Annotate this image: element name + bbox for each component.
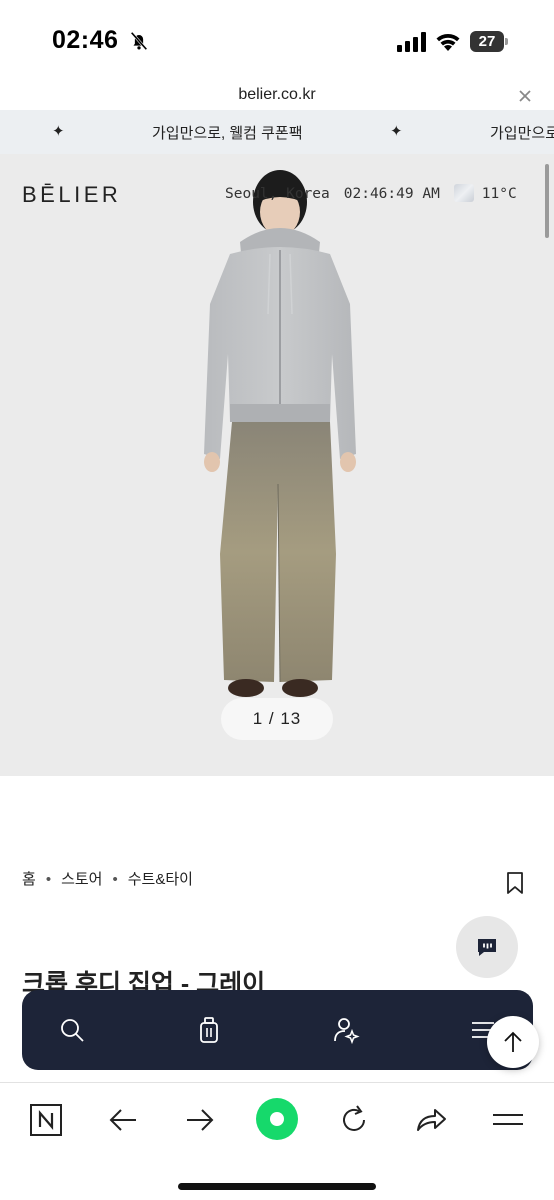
status-bar: 02:46 27 [0,0,554,80]
product-image-gallery[interactable]: BĒLIER Seoul, Korea 02:46:49 AM 11°C 1 / 1… [0,154,554,776]
home-indicator [178,1183,376,1190]
back-arrow-icon[interactable] [106,1103,140,1137]
city-label: Seoul, Korea [225,186,330,202]
naver-icon[interactable] [29,1103,63,1137]
bookmark-icon[interactable] [504,871,526,895]
image-counter: 1 / 13 [221,698,333,740]
clock-label: 02:46:49 AM [343,186,440,202]
breadcrumb-category[interactable]: 수트&타이 [128,871,193,888]
promo-banner[interactable]: ✦ 가입만으로, 웰컴 쿠폰팩 ✦ 가입만으로, 웰컴 쿠폰팩 [0,110,554,154]
menu-icon[interactable] [491,1103,525,1137]
green-home-button[interactable] [256,1098,298,1140]
close-icon[interactable] [515,86,535,106]
search-icon[interactable] [58,1016,86,1044]
location-time-weather: Seoul, Korea 02:46:49 AM 11°C [225,184,531,202]
scrollbar[interactable] [545,164,549,238]
wifi-icon [436,34,460,51]
url-bar[interactable]: belier.co.kr [0,80,554,110]
browser-bottom-bar [0,1082,554,1200]
battery-icon: 27 [470,31,508,52]
chat-icon [478,939,496,956]
forward-arrow-icon[interactable] [183,1103,217,1137]
breadcrumb-home[interactable]: 홈 [22,871,36,888]
refresh-icon[interactable] [337,1103,371,1137]
breadcrumb-store[interactable]: 스토어 [61,871,102,888]
user-sparkle-icon[interactable] [332,1016,360,1044]
site-logo[interactable]: BĒLIER [22,182,121,208]
banner-text[interactable]: 가입만으로, 웰컴 쿠폰팩 [152,122,303,143]
product-photo [204,170,356,697]
share-icon[interactable] [414,1103,448,1137]
url-domain[interactable]: belier.co.kr [0,86,554,104]
banner-text[interactable]: 가입만으로, 웰컴 쿠폰팩 [490,122,554,143]
star-icon: ✦ [390,123,403,140]
scroll-top-button[interactable] [487,1016,539,1068]
bell-muted-icon [130,31,148,51]
status-time: 02:46 [52,26,119,54]
signal-icon [397,32,426,52]
battery-level: 27 [478,33,496,50]
breadcrumb: 홈 • 스토어 • 수트&타이 [22,868,193,889]
site-toolbar [22,990,533,1070]
temperature-label: 11°C [481,186,517,202]
breadcrumb-separator: • [45,871,52,888]
arrow-up-icon [504,1031,522,1052]
breadcrumb-separator: • [112,871,118,888]
chat-button[interactable] [456,916,518,978]
bag-icon[interactable] [195,1016,223,1044]
weather-icon [453,184,474,202]
star-icon: ✦ [52,123,65,140]
